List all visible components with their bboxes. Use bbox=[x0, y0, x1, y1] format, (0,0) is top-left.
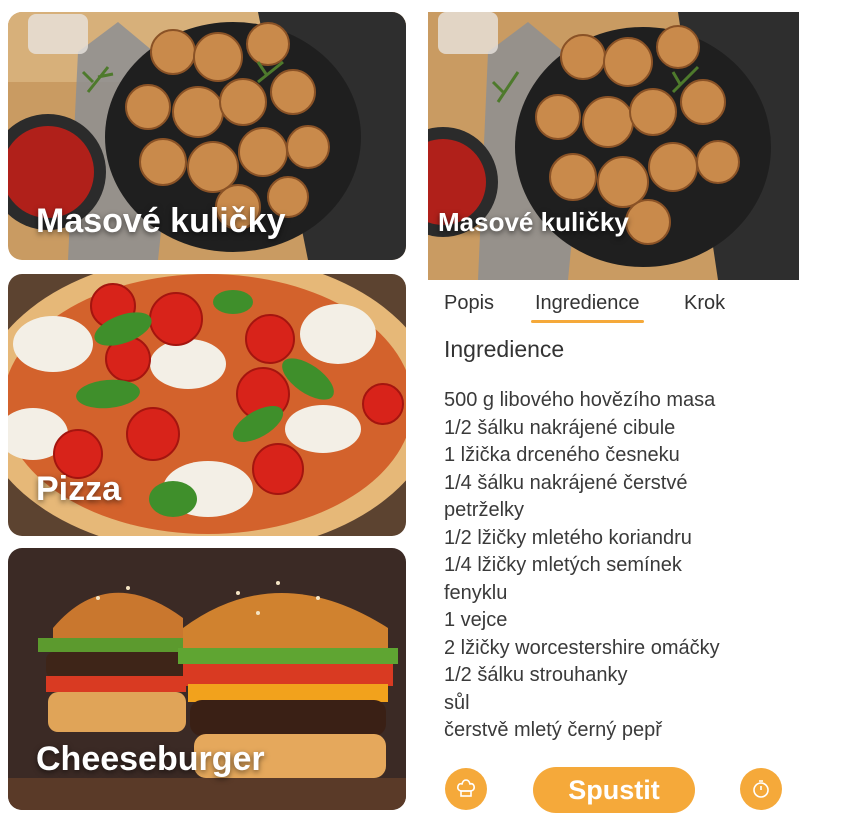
ingredient-item: 500 g libového hovězího masa bbox=[444, 389, 716, 411]
section-heading: Ingredience bbox=[444, 336, 565, 362]
ingredient-item: sůl bbox=[444, 691, 470, 714]
ingredient-list: 500 g libového hovězího masa 1/2 šálku n… bbox=[444, 387, 824, 745]
ingredient-item: 2 lžičky worcestershire omáčky bbox=[444, 636, 720, 659]
chef-hat-button[interactable] bbox=[445, 768, 487, 810]
ingredient-item: 1 vejce bbox=[444, 609, 508, 631]
recipe-card-burger[interactable]: Cheeseburger bbox=[8, 548, 406, 810]
ingredient-item: petrželky bbox=[444, 499, 525, 521]
ingredient-item: fenyklu bbox=[444, 581, 508, 604]
timer-button[interactable] bbox=[740, 768, 782, 810]
recipe-card-title: Masové kuličky bbox=[36, 202, 286, 240]
recipe-card-meatballs[interactable]: Masové kuličky bbox=[8, 12, 406, 260]
ingredient-item: čerstvě mletý černý pepř bbox=[444, 719, 662, 741]
ingredient-item: 1/2 šálku nakrájené cibule bbox=[444, 416, 676, 439]
start-button[interactable]: Spustit bbox=[533, 767, 695, 813]
ingredient-item: 1/2 šálku strouhanky bbox=[444, 664, 628, 686]
recipe-card-pizza[interactable]: Pizza bbox=[8, 274, 406, 536]
chef-hat-icon bbox=[457, 779, 475, 797]
ingredient-item: 1 lžička drceného česneku bbox=[444, 444, 680, 466]
tab-ingredience[interactable]: Ingredience bbox=[531, 292, 644, 323]
recipe-card-title: Pizza bbox=[36, 470, 122, 508]
timer-icon bbox=[753, 780, 769, 798]
detail-hero-image: Masové kuličky bbox=[428, 12, 799, 280]
ingredient-item: 1/2 lžičky mletého koriandru bbox=[444, 526, 692, 549]
tab-popis[interactable]: Popis bbox=[444, 292, 494, 315]
meatballs-photo bbox=[428, 12, 799, 280]
detail-title: Masové kuličky bbox=[438, 207, 629, 237]
ingredient-item: 1/4 lžičky mletých semínek bbox=[444, 554, 682, 576]
detail-tabs: Popis Ingredience Krok bbox=[428, 292, 808, 326]
ingredient-item: 1/4 šálku nakrájené čerstvé bbox=[444, 471, 688, 494]
tab-krok[interactable]: Krok bbox=[684, 292, 725, 315]
recipe-card-title: Cheeseburger bbox=[36, 740, 265, 778]
